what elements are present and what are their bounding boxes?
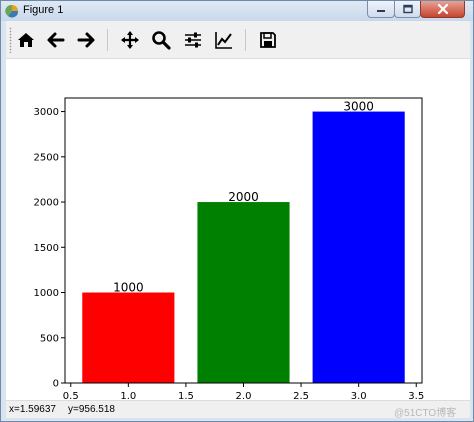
bar xyxy=(197,202,290,383)
x-tick-label: 0.5 xyxy=(63,391,79,400)
x-tick-label: 3.0 xyxy=(351,391,367,400)
y-tick-label: 1000 xyxy=(34,288,59,299)
zoom-icon xyxy=(152,31,171,50)
maximize-button[interactable] xyxy=(394,1,421,18)
x-tick-label: 1.0 xyxy=(120,391,136,400)
back-arrow-icon xyxy=(47,32,65,48)
toolbar-separator xyxy=(107,29,108,51)
close-button[interactable] xyxy=(420,1,465,18)
pan-icon xyxy=(121,31,139,49)
bar-value-label: 1000 xyxy=(113,281,144,295)
toolbar-separator xyxy=(245,29,246,51)
minimize-button[interactable] xyxy=(367,1,395,18)
x-tick-label: 1.5 xyxy=(178,391,194,400)
zoom-button[interactable] xyxy=(149,28,173,52)
save-icon xyxy=(260,32,276,48)
figure-canvas[interactable]: 1000 2000 3000 0.5 1.0 1.5 2.0 2.5 3.0 3.5 0 500 1… xyxy=(6,60,470,402)
home-icon xyxy=(18,33,34,47)
x-tick-label: 2.5 xyxy=(293,391,309,400)
x-tick-label: 2.0 xyxy=(236,391,252,400)
navigation-toolbar xyxy=(6,21,470,59)
y-tick-label: 500 xyxy=(40,333,59,344)
bar-chart[interactable]: 1000 2000 3000 0.5 1.0 1.5 2.0 2.5 3.0 3.5 0 500 1… xyxy=(6,60,470,402)
back-button[interactable] xyxy=(44,28,68,52)
edit-axis-button[interactable] xyxy=(212,28,236,52)
y-tick-label: 3000 xyxy=(34,107,59,118)
y-tick-label: 2500 xyxy=(34,152,59,163)
bar-value-label: 2000 xyxy=(228,190,259,204)
y-tick-label: 1500 xyxy=(34,243,59,254)
home-button[interactable] xyxy=(14,28,38,52)
watermark: @51CTO博客 xyxy=(394,408,457,419)
subplots-icon xyxy=(185,32,201,48)
minimize-icon xyxy=(377,10,385,12)
toolbar-grip[interactable] xyxy=(9,27,12,53)
bar xyxy=(82,292,175,383)
figure-client-area: 1000 2000 3000 0.5 1.0 1.5 2.0 2.5 3.0 3.5 0 500 1… xyxy=(6,21,470,419)
cursor-x-readout: x=1.59637 xyxy=(9,404,56,415)
matplotlib-app-icon xyxy=(5,4,19,18)
configure-subplots-button[interactable] xyxy=(181,28,205,52)
maximize-icon xyxy=(402,4,413,14)
window-title: Figure 1 xyxy=(23,4,64,16)
close-icon xyxy=(437,3,448,15)
figure-window: Figure 1 1000 2000 3000 0.5 1.0 1.5 2.0 … xyxy=(0,0,474,422)
bar xyxy=(312,111,405,384)
status-bar: x=1.59637 y=956.518 @51CTO博客 xyxy=(6,400,470,419)
forward-button[interactable] xyxy=(74,28,98,52)
save-figure-button[interactable] xyxy=(256,28,280,52)
x-tick-label: 3.5 xyxy=(408,391,424,400)
bar-value-label: 3000 xyxy=(343,100,374,114)
y-tick-label: 0 xyxy=(53,379,59,390)
pan-button[interactable] xyxy=(118,28,142,52)
forward-arrow-icon xyxy=(77,32,95,48)
y-tick-label: 2000 xyxy=(34,198,59,209)
title-bar[interactable]: Figure 1 xyxy=(1,1,473,21)
cursor-y-readout: y=956.518 xyxy=(68,404,115,415)
edit-axis-icon xyxy=(215,32,232,49)
